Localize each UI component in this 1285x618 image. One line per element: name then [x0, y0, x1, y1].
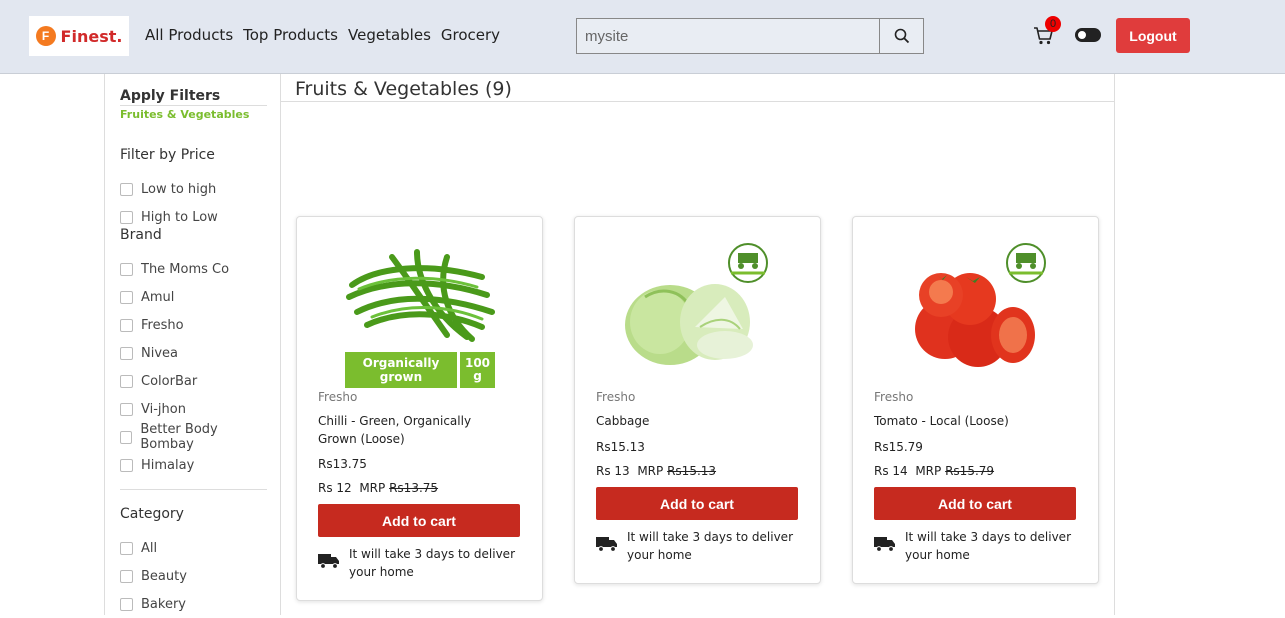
checkbox[interactable]	[120, 262, 133, 276]
category-all[interactable]: All	[120, 534, 267, 562]
theme-toggle-icon	[1076, 29, 1088, 41]
brand-colorbar[interactable]: ColorBar	[120, 367, 267, 395]
logo-icon: F	[35, 26, 56, 46]
product-card-tomato[interactable]: Fresho Tomato - Local (Loose) Rs15.79 Rs…	[852, 216, 1099, 584]
brand-fresho[interactable]: Fresho	[120, 311, 267, 339]
product-price: Rs15.79	[874, 440, 923, 454]
add-to-cart-button[interactable]: Add to cart	[318, 504, 520, 537]
checkbox[interactable]	[120, 318, 133, 332]
product-brand: Fresho	[318, 390, 358, 404]
brand-amul[interactable]: Amul	[120, 283, 267, 311]
product-card-chilli[interactable]: Organically grown 100 g Fresho Chilli - …	[296, 216, 543, 601]
farmer-partnership-icon	[728, 243, 768, 283]
checkbox[interactable]	[120, 290, 133, 304]
product-brand: Fresho	[596, 390, 636, 404]
nav-grocery[interactable]: Grocery	[441, 26, 500, 44]
search-input[interactable]	[577, 19, 879, 53]
checkbox[interactable]	[120, 182, 133, 196]
product-price: Rs15.13	[596, 440, 645, 454]
search-icon	[894, 28, 909, 44]
checkbox[interactable]	[120, 374, 133, 388]
search-bar	[576, 18, 924, 54]
logo-text: Finest.	[60, 26, 123, 46]
organic-badge: Organically grown	[345, 352, 457, 388]
add-to-cart-button[interactable]: Add to cart	[596, 487, 798, 520]
main-nav: All Products Top Products Vegetables Gro…	[145, 26, 500, 44]
search-button[interactable]	[879, 19, 923, 53]
checkbox[interactable]	[120, 210, 133, 224]
brand-himalay[interactable]: Himalay	[120, 451, 267, 479]
product-mrp-row: Rs 12 MRP Rs13.75	[318, 481, 439, 495]
mrp-strikethrough: Rs13.75	[389, 481, 439, 495]
brand-the-moms-co[interactable]: The Moms Co	[120, 255, 267, 283]
brand-vi-jhon[interactable]: Vi-jhon	[120, 395, 267, 423]
logo[interactable]: F Finest.	[29, 16, 129, 56]
truck-icon	[596, 537, 617, 552]
delivery-info: It will take 3 days to deliver your home	[318, 545, 528, 581]
checkbox[interactable]	[120, 569, 133, 583]
price-low-to-high[interactable]: Low to high	[120, 175, 267, 203]
checkbox[interactable]	[120, 346, 133, 360]
theme-toggle[interactable]	[1075, 28, 1101, 42]
truck-icon	[318, 554, 339, 569]
filter-panel: Apply Filters Fruites & Vegetables Filte…	[120, 88, 267, 618]
product-brand: Fresho	[874, 390, 914, 404]
sidebar-divider	[120, 489, 267, 490]
product-name[interactable]: Tomato - Local (Loose)	[874, 412, 1064, 430]
truck-icon	[874, 537, 895, 552]
page-title: Fruits & Vegetables (9)	[295, 78, 512, 100]
add-to-cart-button[interactable]: Add to cart	[874, 487, 1076, 520]
farmer-partnership-icon	[1006, 243, 1046, 283]
product-image-cabbage	[625, 243, 768, 365]
checkbox[interactable]	[120, 541, 133, 555]
title-divider	[281, 101, 1115, 102]
product-name[interactable]: Cabbage	[596, 412, 786, 430]
product-mrp-row: Rs 14 MRP Rs15.79	[874, 464, 995, 478]
product-area: Fruits & Vegetables (9) Organically grow…	[281, 74, 1115, 615]
category-bakery[interactable]: Bakery	[120, 590, 267, 618]
cart-count-badge: 0	[1045, 16, 1061, 32]
mrp-strikethrough: Rs15.13	[667, 464, 717, 478]
checkbox[interactable]	[120, 597, 133, 611]
checkbox[interactable]	[120, 430, 133, 444]
quantity-badge: 100 g	[460, 352, 495, 388]
nav-vegetables[interactable]: Vegetables	[348, 26, 431, 44]
delivery-info: It will take 3 days to deliver your home	[874, 528, 1084, 564]
product-image-tomato	[915, 243, 1046, 367]
category-filter-title: Category	[120, 506, 184, 522]
delivery-info: It will take 3 days to deliver your home	[596, 528, 806, 564]
brand-better-body-bombay[interactable]: Better Body Bombay	[120, 422, 267, 452]
filter-sidebar: Apply Filters Fruites & Vegetables Filte…	[104, 74, 281, 615]
brand-filter-title: Brand	[120, 227, 162, 243]
product-price: Rs13.75	[318, 457, 367, 471]
checkbox[interactable]	[120, 402, 133, 416]
nav-all-products[interactable]: All Products	[145, 26, 233, 44]
mrp-strikethrough: Rs15.79	[945, 464, 995, 478]
brand-nivea[interactable]: Nivea	[120, 339, 267, 367]
category-beauty[interactable]: Beauty	[120, 562, 267, 590]
product-name[interactable]: Chilli - Green, Organically Grown (Loose…	[318, 412, 508, 448]
checkbox[interactable]	[120, 458, 133, 472]
logout-button[interactable]: Logout	[1116, 18, 1190, 53]
price-filter-title: Filter by Price	[120, 147, 215, 163]
apply-filters-title: Apply Filters	[120, 88, 267, 106]
product-card-cabbage[interactable]: Fresho Cabbage Rs15.13 Rs 13 MRP Rs15.13…	[574, 216, 821, 584]
top-header: F Finest. All Products Top Products Vege…	[0, 0, 1285, 74]
active-filter-link[interactable]: Fruites & Vegetables	[120, 108, 267, 121]
product-mrp-row: Rs 13 MRP Rs15.13	[596, 464, 717, 478]
nav-top-products[interactable]: Top Products	[243, 26, 338, 44]
